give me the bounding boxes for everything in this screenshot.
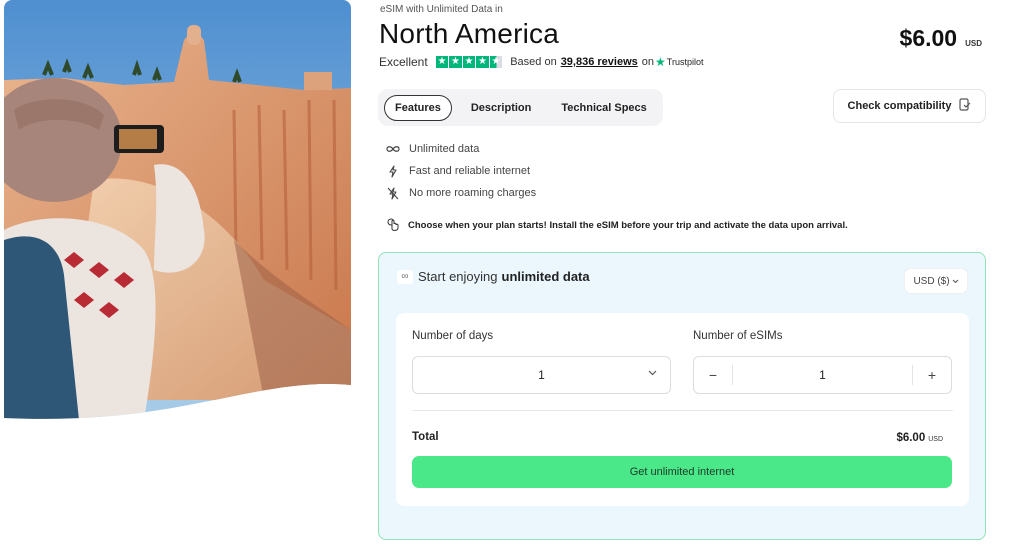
star-icon: ★ xyxy=(435,55,449,69)
price-currency: USD xyxy=(965,39,982,48)
days-label: Number of days xyxy=(412,330,494,342)
feature-item: No more roaming charges xyxy=(385,182,536,204)
rating-stars: ★ ★ ★ ★ ★ xyxy=(435,55,503,69)
feature-label: Unlimited data xyxy=(409,143,480,155)
panel-heading: ∞ Start enjoying unlimited data xyxy=(397,269,590,284)
divider xyxy=(412,410,953,411)
chevron-down-icon xyxy=(648,368,657,379)
feature-label: Fast and reliable internet xyxy=(409,165,531,177)
activation-note-text: Choose when your plan starts! Install th… xyxy=(408,219,848,231)
panel-heading-prefix: Start enjoying xyxy=(418,269,498,284)
feature-list: Unlimited data Fast and reliable interne… xyxy=(385,138,536,204)
feature-item: Fast and reliable internet xyxy=(385,160,536,182)
currency-select[interactable]: USD ($) xyxy=(904,268,968,294)
infinity-icon xyxy=(385,145,401,153)
price-amount: $6.00 xyxy=(899,25,958,51)
feature-label: No more roaming charges xyxy=(409,187,537,199)
esims-stepper: − 1 + xyxy=(693,356,952,394)
product-price: $6.00 USD xyxy=(900,25,982,52)
feature-item: Unlimited data xyxy=(385,138,536,160)
decrement-button[interactable]: − xyxy=(694,357,732,393)
trustpilot-star-icon: ★ xyxy=(655,55,666,69)
check-compatibility-label: Check compatibility xyxy=(847,100,952,112)
order-card: Number of days Number of eSIMs 1 − 1 + T… xyxy=(396,313,969,506)
activation-note: Choose when your plan starts! Install th… xyxy=(385,218,848,232)
total-label: Total xyxy=(412,431,439,443)
trustpilot-rating: Excellent ★ ★ ★ ★ ★ Based on 39,836 revi… xyxy=(379,55,703,69)
trustpilot-logo: Trustpilot xyxy=(666,57,704,67)
days-select[interactable]: 1 xyxy=(412,356,671,394)
hero-photo-illustration xyxy=(4,0,351,419)
star-icon: ★ xyxy=(462,55,476,69)
lightning-icon xyxy=(385,164,401,178)
total-amount: $6.00 xyxy=(896,432,926,444)
no-roaming-icon xyxy=(385,186,401,200)
half-star-icon: ★ xyxy=(489,55,503,69)
hero-image xyxy=(4,0,351,425)
increment-button[interactable]: + xyxy=(913,357,951,393)
page-title: North America xyxy=(379,18,559,49)
check-compatibility-button[interactable]: Check compatibility xyxy=(833,89,986,123)
infinity-icon: ∞ xyxy=(397,269,413,284)
total-currency: USD xyxy=(928,436,943,443)
rating-based-on: Based on xyxy=(510,56,557,68)
star-icon: ★ xyxy=(449,55,462,69)
esims-value[interactable]: 1 xyxy=(732,365,913,385)
days-value: 1 xyxy=(538,368,545,382)
rating-on: on xyxy=(641,56,655,68)
tab-description[interactable]: Description xyxy=(460,96,543,120)
product-tabs: Features Description Technical Specs xyxy=(378,89,663,126)
reviews-link[interactable]: 39,836 reviews xyxy=(561,56,638,68)
rating-label: Excellent xyxy=(379,55,428,69)
product-eyebrow: eSIM with Unlimited Data in xyxy=(380,4,503,15)
tab-technical-specs[interactable]: Technical Specs xyxy=(550,96,657,120)
panel-heading-bold: unlimited data xyxy=(501,269,590,284)
purchase-panel: ∞ Start enjoying unlimited data USD ($) … xyxy=(378,252,986,540)
currency-select-value: USD ($) xyxy=(913,275,950,287)
tab-features[interactable]: Features xyxy=(384,94,452,121)
hand-pointer-icon xyxy=(385,218,401,232)
star-icon: ★ xyxy=(476,55,489,69)
esims-label: Number of eSIMs xyxy=(693,330,783,342)
phone-check-icon xyxy=(959,98,971,114)
total-value: $6.00 USD xyxy=(896,432,943,444)
get-unlimited-internet-button[interactable]: Get unlimited internet xyxy=(412,456,952,488)
chevron-down-icon xyxy=(952,276,959,287)
